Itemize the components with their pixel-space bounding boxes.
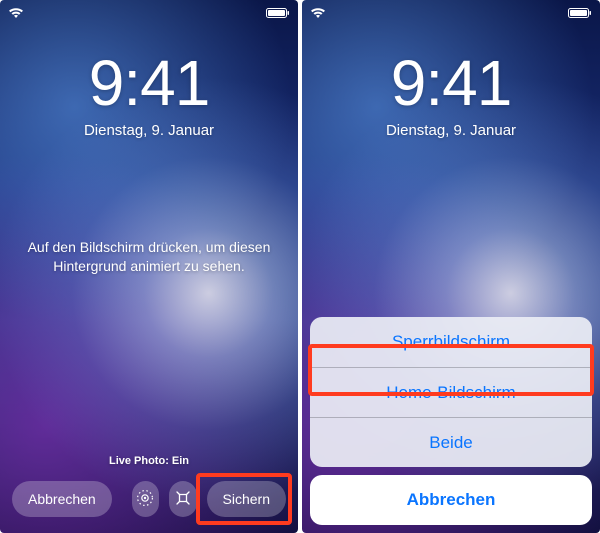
perspective-zoom-button[interactable] xyxy=(169,481,196,517)
status-bar xyxy=(302,4,600,22)
set-lock-screen-option[interactable]: Sperrbildschirm xyxy=(310,317,592,367)
set-wallpaper-button[interactable]: Sichern xyxy=(207,481,286,517)
action-sheet-options: Sperrbildschirm Home-Bildschirm Beide xyxy=(310,317,592,467)
lock-screen-date: Dienstag, 9. Januar xyxy=(302,122,600,139)
lock-screen-date: Dienstag, 9. Januar xyxy=(0,122,298,139)
wallpaper-preview-screen: 9:41 Dienstag, 9. Januar Auf den Bildsch… xyxy=(0,0,298,533)
wifi-icon xyxy=(8,7,24,19)
live-photo-icon xyxy=(136,489,154,510)
perspective-icon xyxy=(174,489,192,510)
lock-screen-time: 9:41 xyxy=(0,46,298,120)
battery-icon xyxy=(568,7,592,19)
wallpaper-set-options-screen: 9:41 Dienstag, 9. Januar Sperrbildschirm… xyxy=(302,0,600,533)
live-photo-toggle-button[interactable] xyxy=(132,481,159,517)
battery-icon xyxy=(266,7,290,19)
wallpaper-toolbar: Abbrechen Sichern xyxy=(0,481,298,517)
lock-screen-time: 9:41 xyxy=(302,46,600,120)
wifi-icon xyxy=(310,7,326,19)
status-bar xyxy=(0,4,298,22)
action-sheet-cancel-button[interactable]: Abbrechen xyxy=(310,475,592,525)
set-home-screen-option[interactable]: Home-Bildschirm xyxy=(310,367,592,417)
live-wallpaper-hint: Auf den Bildschirm drücken, um diesen Hi… xyxy=(0,238,298,276)
cancel-button[interactable]: Abbrechen xyxy=(12,481,112,517)
live-photo-status: Live Photo: Ein xyxy=(0,455,298,467)
set-both-option[interactable]: Beide xyxy=(310,417,592,467)
action-sheet: Sperrbildschirm Home-Bildschirm Beide Ab… xyxy=(310,317,592,525)
